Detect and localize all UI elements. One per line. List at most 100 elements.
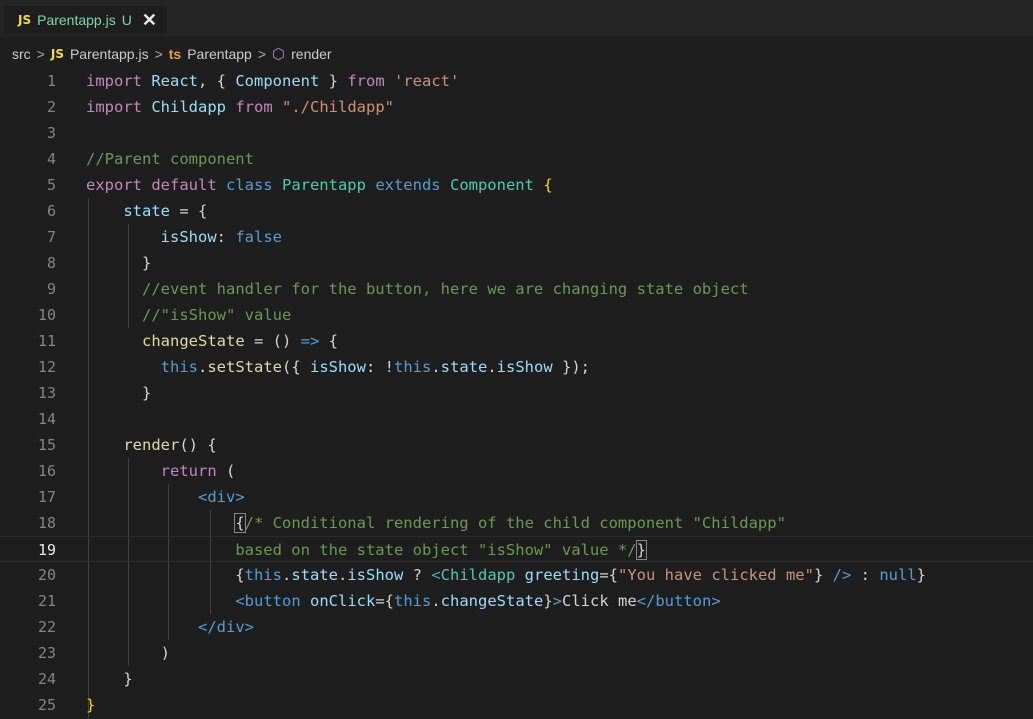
code-token: Childapp (440, 566, 516, 584)
code-line[interactable]: 14 (0, 406, 1033, 432)
breadcrumb-method[interactable]: render (291, 46, 331, 62)
breadcrumb-class[interactable]: Parentapp (187, 46, 252, 62)
code-token: from (235, 98, 282, 116)
code-token: } (319, 72, 348, 90)
code-token: { (319, 332, 338, 350)
editor-tab-parentapp[interactable]: JS Parentapp.js U ✕ (4, 6, 167, 34)
code-line[interactable]: 19 based on the state object "isShow" va… (0, 536, 1033, 562)
code-editor[interactable]: 1 import React, { Component } from 'react… (0, 68, 1033, 719)
code-line[interactable]: 17 <div> (0, 484, 1033, 510)
code-line[interactable]: 25} (0, 692, 1033, 718)
code-line[interactable]: 2 import Childapp from "./Childapp" (0, 94, 1033, 120)
line-number: 10 (37, 306, 56, 324)
line-number: 21 (37, 592, 56, 610)
code-text: {/* Conditional rendering of the child c… (86, 510, 786, 536)
code-line[interactable]: 15 render() { (0, 432, 1033, 458)
code-token: . (487, 358, 497, 376)
code-token: greeting (524, 566, 600, 584)
code-line[interactable]: 10 //"isShow" value (0, 302, 1033, 328)
line-number: 24 (37, 670, 56, 688)
code-token: from (347, 72, 394, 90)
javascript-file-icon: JS (50, 47, 64, 61)
tab-bar: JS Parentapp.js U ✕ (0, 0, 1033, 36)
code-token: ) (86, 644, 170, 662)
code-token: ={ (599, 566, 618, 584)
code-text: //"isShow" value (86, 302, 291, 328)
code-line[interactable]: 21 <button onClick={this.changeState}>Cl… (0, 588, 1033, 614)
code-line[interactable]: 3 (0, 120, 1033, 146)
line-number: 22 (37, 618, 56, 636)
code-text: changeState = () => { (86, 328, 338, 354)
code-line[interactable]: 23 ) (0, 640, 1033, 666)
code-text: } (86, 666, 133, 692)
code-token: { (86, 566, 245, 584)
code-token: render (123, 436, 180, 454)
code-token: { (533, 176, 553, 194)
breadcrumb: src > JS Parentapp.js > ts Parentapp > ⬡… (0, 42, 332, 66)
code-token: } (813, 566, 833, 584)
breadcrumb-folder[interactable]: src (12, 46, 31, 62)
code-line[interactable]: 24 } (0, 666, 1033, 692)
code-line[interactable]: 5 export default class Parentapp extends … (0, 172, 1033, 198)
code-line[interactable]: 22 </div> (0, 614, 1033, 640)
code-line[interactable]: 20 {this.state.isShow ? <Childapp greeti… (0, 562, 1033, 588)
code-line[interactable]: 13 } (0, 380, 1033, 406)
code-token: button (244, 592, 301, 610)
code-token: } (86, 384, 152, 402)
code-token: changeState (440, 592, 544, 610)
code-token: } (635, 540, 647, 560)
code-token: div (216, 618, 245, 636)
code-line[interactable]: 6 state = { (0, 198, 1033, 224)
code-token: Component (449, 176, 534, 194)
code-token: setState (207, 358, 282, 376)
code-line[interactable]: 11 changeState = () => { (0, 328, 1033, 354)
code-token: . (431, 592, 441, 610)
code-token: > (235, 488, 245, 506)
code-token: < (235, 592, 245, 610)
code-token: ( (216, 462, 236, 480)
code-token: Component (235, 72, 320, 90)
code-token: Parentapp (281, 176, 366, 194)
code-token: } (86, 696, 96, 714)
code-token: 'react' (394, 72, 460, 90)
close-icon[interactable]: ✕ (142, 11, 157, 29)
code-token: div (207, 488, 236, 506)
code-token: > (244, 618, 254, 636)
code-token: React (151, 72, 198, 90)
code-text: import React, { Component } from 'react' (86, 68, 459, 94)
code-line[interactable]: 12 this.setState({ isShow: !this.state.i… (0, 354, 1033, 380)
code-line[interactable]: 4 //Parent component (0, 146, 1033, 172)
code-line[interactable]: 9 //event handler for the button, here w… (0, 276, 1033, 302)
code-token: = { (170, 202, 208, 220)
line-number: 23 (37, 644, 56, 662)
code-line[interactable]: 16 return ( (0, 458, 1033, 484)
code-text: <button onClick={this.changeState}>Click… (86, 588, 720, 614)
code-token: import (86, 72, 152, 90)
code-token: = () (244, 332, 301, 350)
code-token: this (160, 358, 198, 376)
code-line[interactable]: 1 import React, { Component } from 'react… (0, 68, 1033, 94)
code-token: () { (179, 436, 217, 454)
code-line[interactable]: 7 isShow: false (0, 224, 1033, 250)
code-token: return (160, 462, 217, 480)
code-token: isShow (496, 358, 553, 376)
code-token: isShow (160, 228, 217, 246)
code-token: } (86, 670, 133, 688)
code-token: . (337, 566, 348, 584)
code-token: } (916, 566, 926, 584)
line-number: 16 (37, 462, 56, 480)
code-line[interactable]: 8 } (0, 250, 1033, 276)
code-token: < (431, 566, 441, 584)
code-token: this (393, 358, 432, 376)
code-token: //"isShow" value (142, 306, 292, 324)
breadcrumb-file[interactable]: Parentapp.js (70, 46, 149, 62)
code-token: /* Conditional rendering of the child co… (244, 514, 786, 532)
code-line[interactable]: 18 {/* Conditional rendering of the chil… (0, 510, 1033, 536)
code-token: : (216, 228, 236, 246)
code-token: Childapp (151, 98, 226, 116)
